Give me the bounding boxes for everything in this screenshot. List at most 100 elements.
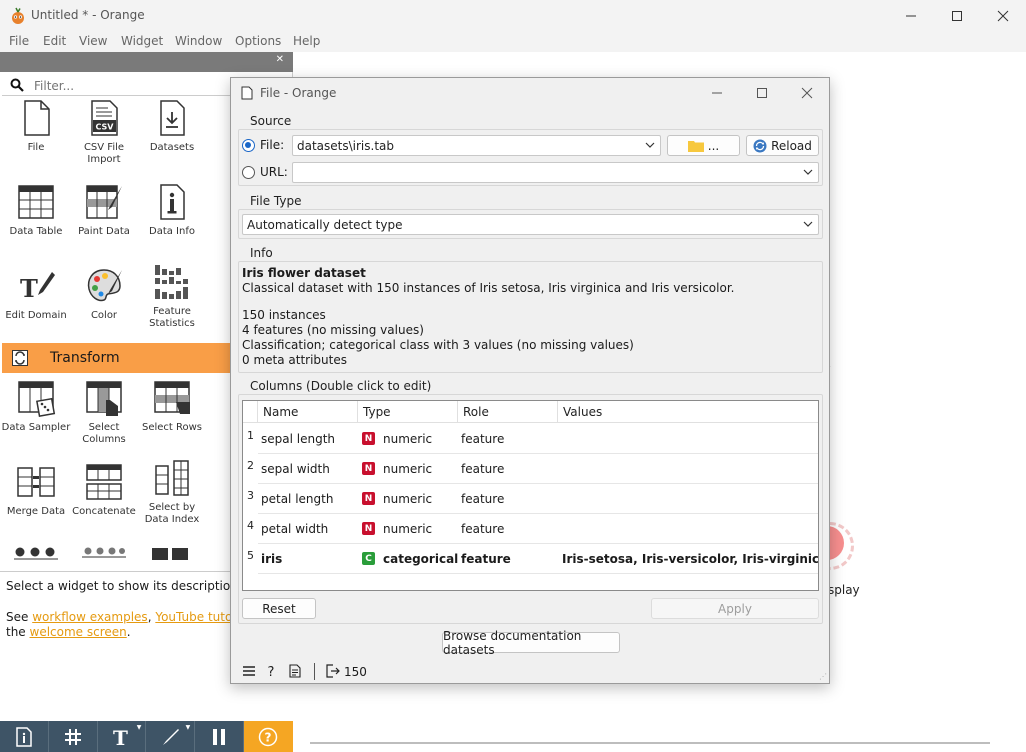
folder-icon — [687, 140, 704, 152]
widget-edit-domain[interactable]: T Edit Domain — [1, 266, 71, 322]
svg-text:?: ? — [265, 730, 272, 744]
chevron-down-icon — [645, 142, 655, 148]
row-type[interactable]: numeric — [383, 432, 432, 446]
output-icon — [326, 664, 340, 678]
row-role[interactable]: feature — [461, 462, 504, 476]
widget-csv-file-import[interactable]: CSV CSV File Import — [69, 98, 139, 166]
numeric-type-icon: N — [362, 492, 375, 505]
description-text: Select a widget to show its description. — [6, 579, 242, 593]
panel-close-icon[interactable]: ✕ — [276, 54, 284, 65]
resize-grip-icon[interactable]: ⋰ — [819, 672, 827, 681]
menu-file[interactable]: File — [9, 34, 29, 48]
file-type-combo[interactable]: Automatically detect type — [242, 214, 819, 235]
help-button[interactable]: ? — [243, 721, 293, 752]
row-divider — [258, 543, 818, 544]
pen-annotation-button[interactable]: ▼ — [146, 721, 196, 752]
row-type[interactable]: numeric — [383, 462, 432, 476]
file-icon — [24, 100, 50, 136]
maximize-button[interactable] — [934, 0, 980, 32]
menu-window[interactable]: Window — [175, 34, 222, 48]
report-icon[interactable] — [289, 664, 301, 678]
row-name[interactable]: sepal width — [261, 462, 330, 476]
row-name[interactable]: sepal length — [261, 432, 335, 446]
row-divider — [258, 513, 818, 514]
dataset-instances: 150 instances — [242, 308, 326, 322]
help-icon[interactable]: ? — [265, 664, 277, 678]
pause-button[interactable] — [195, 721, 244, 752]
menu-options[interactable]: Options — [235, 34, 281, 48]
widget-merge-data[interactable]: Merge Data — [1, 462, 71, 518]
dialog-minimize-button[interactable] — [694, 78, 740, 108]
widget-concatenate[interactable]: Concatenate — [69, 462, 139, 518]
reset-button[interactable]: Reset — [242, 598, 316, 619]
welcome-screen-link[interactable]: welcome screen — [30, 625, 127, 639]
minimize-icon — [712, 92, 722, 94]
text-annotation-button[interactable]: T ▼ — [98, 721, 147, 752]
menubar: File Edit View Widget Window Options Hel… — [0, 32, 1026, 52]
column-header-type[interactable]: Type — [358, 401, 458, 423]
widget-select-rows[interactable]: Select Rows — [137, 378, 207, 434]
widget-data-sampler[interactable]: Data Sampler — [1, 378, 71, 434]
workflow-examples-link[interactable]: workflow examples — [32, 610, 147, 624]
row-number: 3 — [247, 489, 254, 502]
row-role[interactable]: feature — [461, 492, 504, 506]
column-header-name[interactable]: Name — [258, 401, 358, 423]
row-number: 2 — [247, 459, 254, 472]
info-button[interactable] — [0, 721, 49, 752]
svg-text:T: T — [20, 274, 38, 303]
table-corner — [243, 401, 258, 423]
row-number: 4 — [247, 519, 254, 532]
column-header-values[interactable]: Values — [558, 401, 818, 423]
row-values[interactable]: Iris-setosa, Iris-versicolor, Iris-virgi… — [562, 552, 818, 566]
row-type[interactable]: numeric — [383, 492, 432, 506]
browse-button[interactable]: ... — [667, 135, 740, 156]
widget-select-by-data-index[interactable]: Select by Data Index — [137, 458, 207, 526]
row-role[interactable]: feature — [461, 552, 511, 566]
hamburger-menu-icon[interactable] — [242, 664, 256, 678]
chevron-down-icon — [803, 169, 813, 175]
canvas-horizontal-scrollbar[interactable] — [310, 742, 990, 744]
row-name[interactable]: iris — [261, 552, 282, 566]
widget-data-info[interactable]: Data Info — [137, 182, 207, 238]
close-button[interactable] — [980, 0, 1026, 32]
menu-edit[interactable]: Edit — [43, 34, 66, 48]
browse-documentation-datasets-button[interactable]: Browse documentation datasets — [442, 629, 620, 657]
widget-datasets[interactable]: Datasets — [137, 98, 207, 154]
widget-select-columns[interactable]: Select Columns — [69, 378, 139, 446]
file-radio[interactable] — [242, 139, 255, 152]
widget-file[interactable]: File — [1, 98, 71, 154]
grid-button[interactable] — [49, 721, 98, 752]
file-type-group-title: File Type — [247, 194, 305, 208]
dialog-maximize-button[interactable] — [739, 78, 785, 108]
menu-help[interactable]: Help — [293, 34, 320, 48]
url-combo[interactable] — [292, 162, 819, 183]
widget-feature-statistics[interactable]: Feature Statistics — [137, 262, 207, 330]
menu-widget[interactable]: Widget — [121, 34, 163, 48]
row-number: 5 — [247, 549, 254, 562]
url-radio[interactable] — [242, 166, 255, 179]
row-type[interactable]: numeric — [383, 522, 432, 536]
reload-button[interactable]: Reload — [746, 135, 819, 156]
merge-data-icon — [17, 467, 55, 497]
row-role[interactable]: feature — [461, 432, 504, 446]
partial-widget-row-3-icon — [152, 548, 188, 560]
row-divider — [258, 483, 818, 484]
row-name[interactable]: petal length — [261, 492, 333, 506]
column-header-role[interactable]: Role — [458, 401, 558, 423]
row-role[interactable]: feature — [461, 522, 504, 536]
text-icon: T — [113, 727, 128, 747]
dataset-name: Iris flower dataset — [242, 266, 366, 280]
menu-view[interactable]: View — [79, 34, 107, 48]
widget-paint-data[interactable]: Paint Data — [69, 182, 139, 238]
pen-dropdown-caret-icon[interactable]: ▼ — [186, 724, 191, 731]
widget-data-table[interactable]: Data Table — [1, 182, 71, 238]
file-path-combo[interactable]: datasets\iris.tab — [292, 135, 661, 156]
text-dropdown-caret-icon[interactable]: ▼ — [137, 724, 142, 731]
minimize-button[interactable] — [888, 0, 934, 32]
widget-color[interactable]: Color — [69, 266, 139, 322]
apply-button[interactable]: Apply — [651, 598, 819, 619]
row-name[interactable]: petal width — [261, 522, 328, 536]
dialog-close-button[interactable] — [784, 78, 830, 108]
row-type[interactable]: categorical — [383, 552, 458, 566]
columns-table[interactable]: Name Type Role Values 1 sepal length N n… — [242, 400, 819, 591]
